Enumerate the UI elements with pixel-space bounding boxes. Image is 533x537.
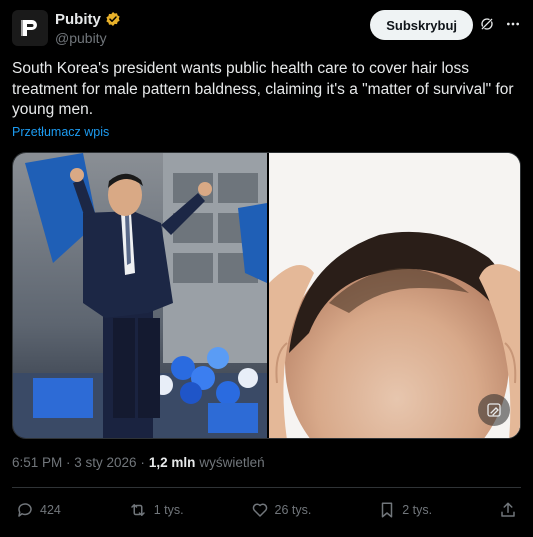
reply-icon bbox=[18, 503, 32, 517]
repost-button[interactable]: 1 tys. bbox=[128, 501, 184, 519]
repost-icon bbox=[131, 504, 145, 516]
share-icon bbox=[501, 502, 515, 517]
more-icon[interactable] bbox=[505, 16, 521, 32]
heart-icon bbox=[252, 503, 267, 517]
reply-count: 424 bbox=[40, 503, 61, 517]
repost-count: 1 tys. bbox=[153, 503, 184, 517]
translate-link[interactable]: Przetłumacz wpis bbox=[12, 125, 109, 139]
author-display-name[interactable]: Pubity bbox=[55, 11, 101, 28]
verified-badge-icon[interactable] bbox=[105, 11, 121, 27]
divider bbox=[12, 487, 521, 488]
views-count: 1,2 mln bbox=[148, 455, 196, 470]
post-meta: 6:51 PM · 3 sty 2026 · 1,2 mln wyświetle… bbox=[12, 455, 265, 470]
alt-badge[interactable] bbox=[478, 394, 510, 426]
media-image-scalp[interactable] bbox=[269, 153, 520, 438]
like-count: 26 tys. bbox=[274, 503, 312, 517]
like-button[interactable]: 26 tys. bbox=[251, 501, 312, 519]
bookmark-count: 2 tys. bbox=[402, 503, 433, 517]
author-handle[interactable]: @pubity bbox=[55, 30, 121, 46]
post-header: Pubity @pubity Subskrybuj bbox=[12, 10, 521, 50]
grok-icon[interactable] bbox=[479, 16, 495, 32]
action-bar: 424 1 tys. 26 tys. 2 tys. bbox=[16, 499, 517, 521]
image-edit-icon bbox=[487, 403, 501, 417]
post-text: South Korea's president wants public hea… bbox=[12, 60, 514, 118]
post-media[interactable] bbox=[12, 152, 521, 439]
reply-button[interactable]: 424 bbox=[16, 501, 61, 519]
bookmark-button[interactable]: 2 tys. bbox=[378, 501, 432, 519]
bookmark-icon bbox=[381, 502, 393, 518]
subscribe-button[interactable]: Subskrybuj bbox=[370, 10, 473, 40]
pubity-logo-icon bbox=[21, 20, 37, 36]
media-image-president[interactable] bbox=[13, 153, 267, 438]
post-timestamp[interactable]: 6:51 PM · 3 sty 2026 · bbox=[12, 455, 145, 470]
avatar[interactable] bbox=[12, 10, 48, 46]
views-label: wyświetleń bbox=[199, 455, 265, 470]
author-info: Pubity @pubity bbox=[55, 10, 121, 46]
share-button[interactable] bbox=[499, 501, 517, 519]
